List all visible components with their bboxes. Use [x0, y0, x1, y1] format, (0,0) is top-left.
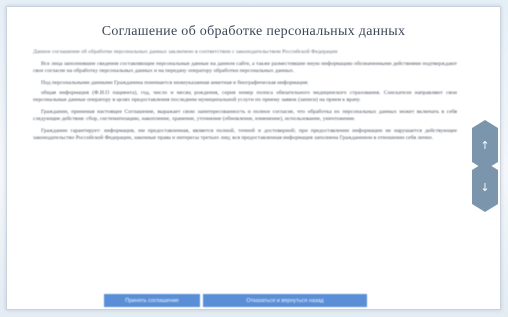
decline-agreement-button[interactable]: Отказаться и вернуться назад	[203, 294, 367, 307]
agreement-text: Все лица заполнившие сведения составляющ…	[33, 61, 457, 147]
dialog-title: Соглашение об обработке персональных дан…	[101, 24, 406, 39]
arrow-up-icon: ↑	[480, 138, 490, 152]
accept-agreement-button[interactable]: Принять соглашение	[104, 294, 200, 307]
dialog-actions: Принять соглашение Отказаться и вернутьс…	[104, 294, 367, 307]
agreement-paragraph: Под персональными данными Гражданина пон…	[41, 80, 309, 86]
agreement-paragraph: общая информация (Ф.И.О пациента), год, …	[33, 89, 457, 103]
agreement-paragraph: Гражданин, принимая настоящее Соглашение…	[33, 108, 457, 122]
agreement-paragraph: Гражданин гарантирует: информация, им пр…	[33, 127, 457, 141]
agreement-paragraph: Все лица заполнившие сведения составляющ…	[33, 61, 457, 75]
dialog-subheading: Данное соглашение об обработке персональ…	[33, 49, 338, 55]
arrow-down-icon: ↓	[480, 180, 490, 194]
scroll-down-button[interactable]: ↓	[472, 162, 498, 212]
agreement-dialog: Соглашение об обработке персональных дан…	[6, 6, 501, 310]
